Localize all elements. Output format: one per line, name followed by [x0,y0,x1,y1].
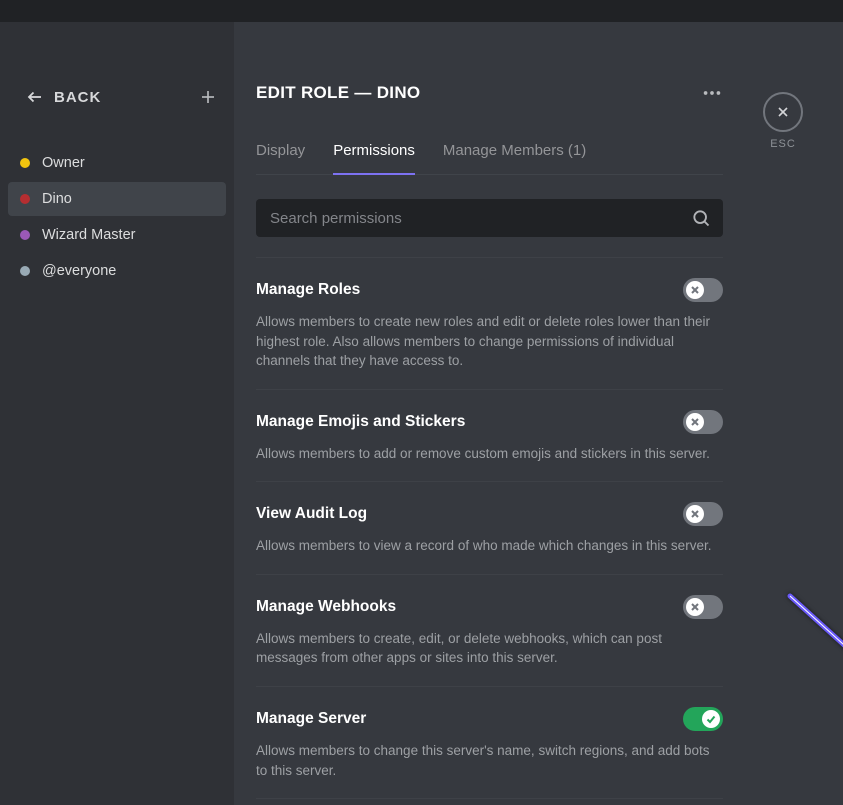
permission-description: Allows members to create, edit, or delet… [256,629,723,668]
more-options-button[interactable] [701,82,723,104]
permission-description: Allows members to view a record of who m… [256,536,723,556]
x-icon [686,413,704,431]
dots-horizontal-icon [701,82,723,104]
tab-display[interactable]: Display [256,130,305,174]
search-permissions[interactable] [256,199,723,237]
role-color-dot [20,266,30,276]
role-name: Dino [42,191,72,207]
arrow-left-icon [26,88,44,106]
sidebar-role-item[interactable]: Owner [8,146,226,180]
role-name: Wizard Master [42,227,135,243]
main-panel: ESC EDIT ROLE — DINO Display Permissions M… [234,22,843,805]
search-input[interactable] [268,209,691,228]
permission-toggle[interactable] [683,410,723,434]
permission-title: Manage Webhooks [256,598,396,616]
tab-permissions[interactable]: Permissions [333,130,415,175]
back-button[interactable]: BACK [26,88,101,106]
permission-description: Allows members to change this server's n… [256,741,723,780]
role-name: @everyone [42,263,116,279]
permission-description: Allows members to add or remove custom e… [256,444,723,464]
permission-title: Manage Emojis and Stickers [256,413,465,431]
role-color-dot [20,230,30,240]
permission-toggle[interactable] [683,707,723,731]
x-icon [686,281,704,299]
plus-icon [199,88,217,106]
permission-row: Manage Roles Allows members to create new… [256,258,723,390]
window-titlebar [0,0,843,22]
permission-title: Manage Server [256,710,366,728]
esc-label: ESC [770,138,796,150]
permission-row: Manage Webhooks Allows members to create,… [256,575,723,687]
check-icon [702,710,720,728]
x-icon [686,598,704,616]
close-icon [775,104,791,120]
close-button[interactable] [763,92,803,132]
sidebar-role-item[interactable]: Wizard Master [8,218,226,252]
permission-row: View Audit Log Allows members to view a r… [256,482,723,575]
permission-title: Manage Roles [256,281,360,299]
sidebar-role-item[interactable]: Dino [8,182,226,216]
role-name: Owner [42,155,85,171]
permission-row: Manage Server Allows members to change th… [256,687,723,799]
back-label: BACK [54,89,101,106]
sidebar-role-item[interactable]: @everyone [8,254,226,288]
permission-title: View Audit Log [256,505,367,523]
add-role-button[interactable] [196,85,220,109]
tab-manage-members[interactable]: Manage Members (1) [443,130,586,174]
close-panel: ESC [763,92,803,150]
permission-toggle[interactable] [683,595,723,619]
x-icon [686,505,704,523]
roles-sidebar: BACK Owner Dino Wizard Master @everyone [0,22,234,805]
search-icon [691,208,711,228]
permission-toggle[interactable] [683,502,723,526]
permission-row: Manage Emojis and Stickers Allows members… [256,390,723,483]
role-color-dot [20,158,30,168]
annotation-arrow [778,584,843,744]
permission-description: Allows members to create new roles and e… [256,312,723,371]
role-color-dot [20,194,30,204]
permission-toggle[interactable] [683,278,723,302]
page-title: EDIT ROLE — DINO [256,83,420,103]
